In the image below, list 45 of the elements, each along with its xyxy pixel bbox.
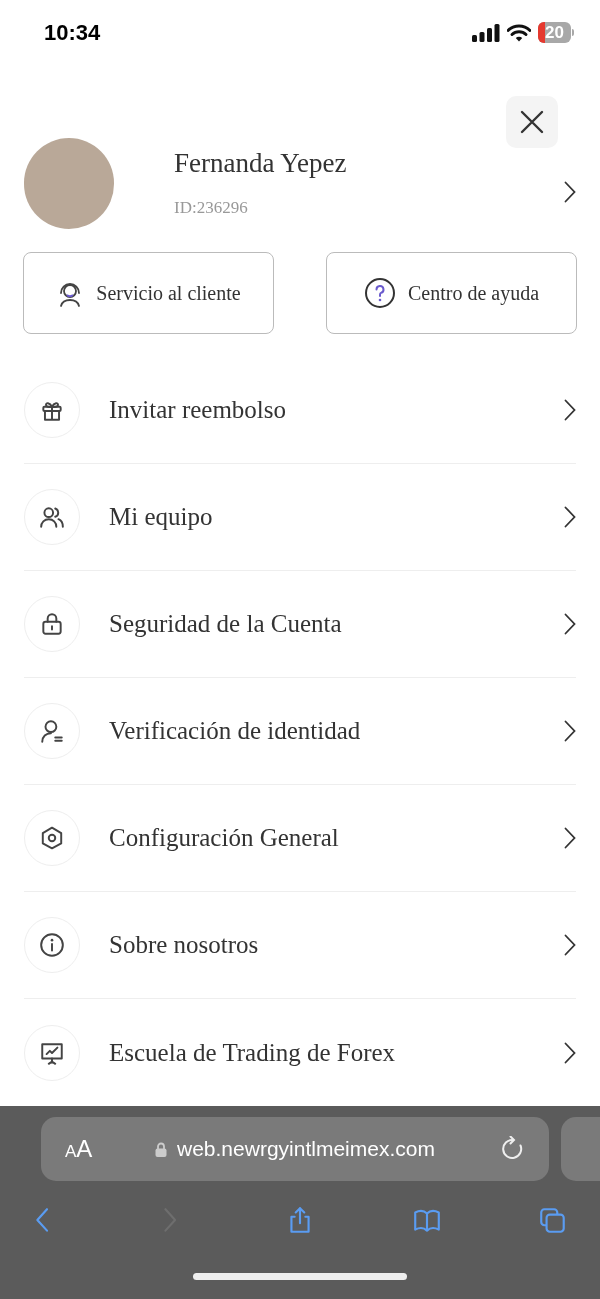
menu-item[interactable]: Sobre nosotros (24, 892, 576, 999)
wifi-icon (507, 23, 531, 42)
chevron-right-icon[interactable] (564, 180, 576, 203)
menu-item[interactable]: Seguridad de la Cuenta (24, 571, 576, 678)
chevron-right-icon (564, 1041, 576, 1064)
info-icon (39, 932, 65, 958)
profile-id: ID:236296 (174, 197, 249, 220)
menu-item[interactable]: Invitar reembolso (24, 357, 576, 464)
chevron-right-icon (564, 613, 576, 635)
address-bar[interactable]: AA web.newrgyintlmeimex.com (41, 1117, 549, 1181)
chevron-right-icon (564, 506, 576, 528)
tab-preview[interactable] (560, 1117, 600, 1181)
url-text: web.newrgyintlmeimex.com (177, 1136, 436, 1163)
chevron-right-icon (564, 827, 576, 849)
menu-label: Seguridad de la Cuenta (109, 609, 343, 640)
profile-name: Fernanda Yepez (174, 147, 348, 181)
close-button[interactable] (506, 96, 558, 149)
reload-icon[interactable] (500, 1136, 525, 1162)
status-time: 10:34 (44, 19, 101, 48)
help-center-button[interactable]: Centro de ayuda (326, 252, 577, 334)
menu-item[interactable]: Mi equipo (24, 464, 576, 571)
people-icon (39, 504, 65, 530)
menu-label: Configuración General (109, 823, 340, 854)
menu-label: Verificación de identidad (109, 716, 362, 747)
menu-label: Invitar reembolso (109, 395, 288, 426)
user-check-icon (39, 718, 65, 744)
signal-icon (472, 23, 500, 42)
menu-item[interactable]: Escuela de Trading de Forex (24, 999, 576, 1106)
menu-label: Sobre nosotros (109, 930, 260, 961)
lock-icon (39, 611, 65, 637)
text-size-button[interactable]: AA (65, 1131, 135, 1167)
hexagon-gear-icon (39, 825, 65, 851)
battery-indicator: 20 (538, 22, 571, 44)
chevron-right-icon (564, 934, 576, 956)
menu-item[interactable]: Configuración General (24, 785, 576, 892)
chevron-right-icon (564, 399, 576, 421)
menu-item[interactable]: Verificación de identidad (24, 678, 576, 785)
help-icon (363, 277, 396, 309)
customer-service-button[interactable]: Servicio al cliente (23, 252, 274, 334)
tabs-icon[interactable] (538, 1206, 568, 1236)
menu-label: Mi equipo (109, 502, 214, 533)
close-icon (520, 110, 544, 135)
menu-label: Escuela de Trading de Forex (109, 1037, 397, 1068)
lock-icon (155, 1141, 167, 1157)
chevron-right-icon (564, 720, 576, 742)
